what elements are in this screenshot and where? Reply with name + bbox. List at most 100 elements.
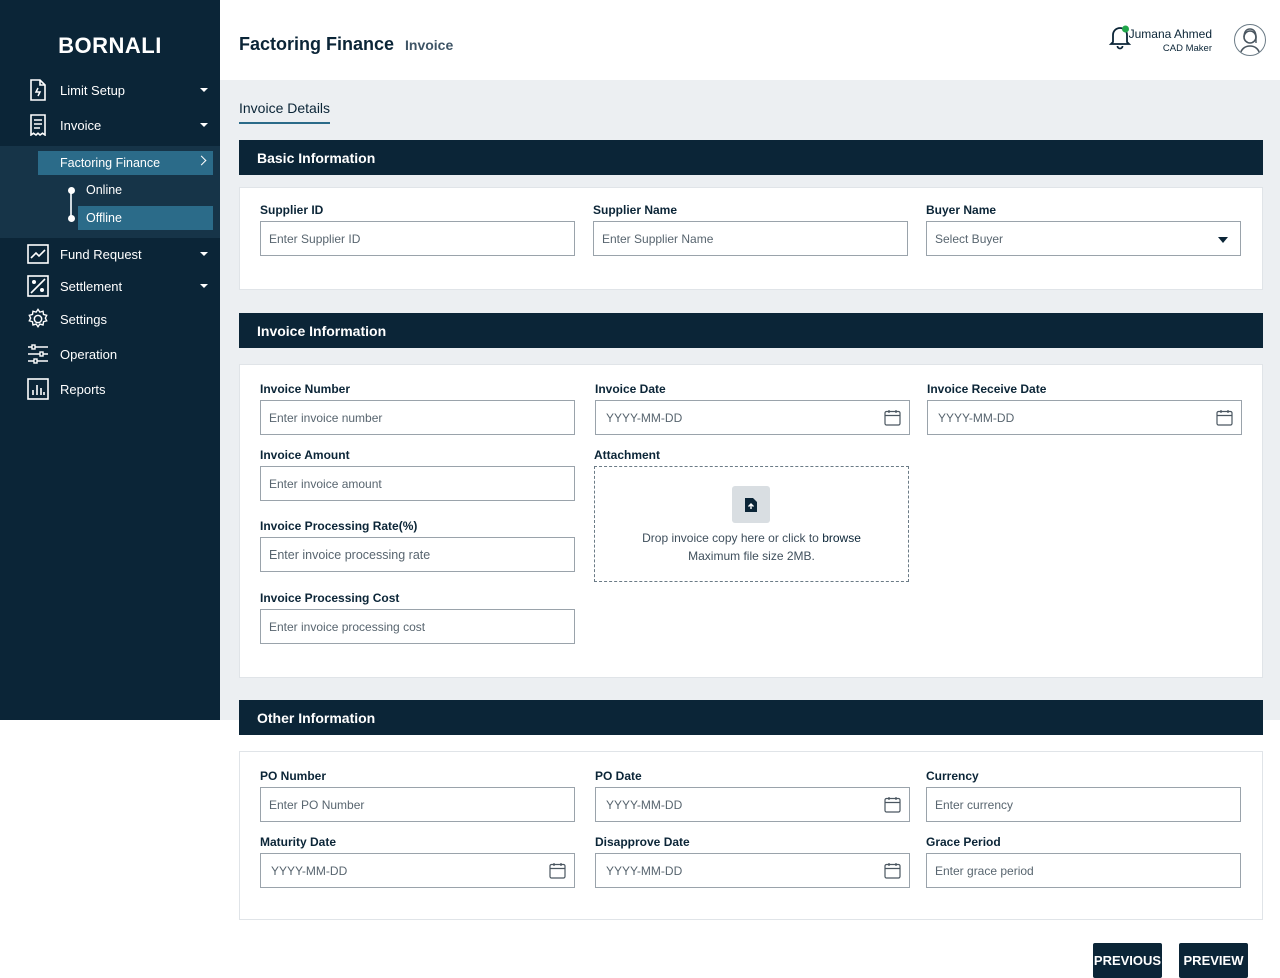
sliders-icon [27, 343, 49, 365]
maturity-date-input[interactable]: YYYY-MM-DD [260, 853, 575, 888]
invoice-receive-date-label: Invoice Receive Date [927, 382, 1047, 396]
chevron-down-icon [1218, 237, 1228, 243]
subitem-label: Online [86, 183, 123, 197]
processing-cost-input[interactable]: Enter invoice processing cost [260, 609, 575, 644]
processing-cost-label: Invoice Processing Cost [260, 591, 400, 605]
receipt-icon [27, 114, 49, 136]
previous-button[interactable]: PREVIOUS [1093, 943, 1162, 978]
sidebar-item-label: Limit Setup [60, 82, 126, 98]
invoice-date-label: Invoice Date [595, 382, 666, 396]
invoice-date-value: YYYY-MM-DD [606, 410, 683, 425]
sidebar: BORNALI Limit Setup Invoice Factoring Fi… [0, 0, 220, 720]
supplier-id-label: Supplier ID [260, 203, 324, 217]
sidebar-item-label: Fund Request [60, 246, 142, 262]
po-date-value: YYYY-MM-DD [606, 797, 683, 812]
sidebar-item-fund-request[interactable]: Fund Request [0, 237, 220, 271]
disapprove-date-value: YYYY-MM-DD [606, 863, 683, 878]
chevron-down-icon [200, 284, 208, 288]
supplier-name-label: Supplier Name [593, 203, 678, 217]
calendar-icon[interactable] [884, 862, 901, 879]
processing-rate-label: Invoice Processing Rate(%) [260, 519, 418, 533]
invoice-receive-date-value: YYYY-MM-DD [938, 410, 1015, 425]
sidebar-item-label: Operation [60, 346, 118, 362]
subitem-label: Factoring Finance [60, 156, 161, 170]
trend-chart-icon [27, 243, 49, 265]
chevron-down-icon [200, 123, 208, 127]
sidebar-item-limit-setup[interactable]: Limit Setup [0, 73, 220, 107]
po-date-input[interactable]: YYYY-MM-DD [595, 787, 910, 822]
po-date-label: PO Date [595, 769, 642, 783]
maturity-date-label: Maturity Date [260, 835, 337, 849]
calendar-icon[interactable] [884, 409, 901, 426]
supplier-id-input[interactable]: Enter Supplier ID [260, 221, 575, 256]
dropzone-text: Drop invoice copy here or click to brows… [595, 531, 908, 545]
sidebar-item-label: Settlement [60, 278, 123, 294]
user-name: Jumana Ahmed [1128, 27, 1212, 41]
calendar-icon[interactable] [1216, 409, 1233, 426]
invoice-amount-input[interactable]: Enter invoice amount [260, 466, 575, 501]
calendar-icon[interactable] [884, 796, 901, 813]
buyer-name-label: Buyer Name [926, 203, 997, 217]
invoice-number-input[interactable]: Enter invoice number [260, 400, 575, 435]
tree-dot [67, 215, 75, 222]
po-number-label: PO Number [260, 769, 327, 783]
sidebar-item-operation[interactable]: Operation [0, 337, 220, 371]
page-title: Factoring Finance [239, 34, 395, 54]
sidebar-subitem-offline[interactable]: Offline [78, 206, 213, 230]
file-upload-icon [732, 486, 770, 523]
section-header-basic: Basic Information [239, 140, 1263, 175]
subitem-label: Offline [86, 211, 122, 225]
sidebar-item-reports[interactable]: Reports [0, 372, 220, 406]
percent-icon [27, 275, 49, 297]
buyer-select[interactable]: Select Buyer [926, 221, 1241, 256]
attachment-label: Attachment [594, 448, 661, 462]
section-header-other: Other Information [239, 700, 1263, 735]
processing-rate-input[interactable]: Enter invoice processing rate [260, 537, 575, 572]
browse-link[interactable]: browse [822, 531, 861, 545]
invoice-number-label: Invoice Number [260, 382, 351, 396]
sidebar-item-label: Reports [60, 381, 106, 397]
avatar[interactable] [1234, 24, 1266, 56]
maturity-date-value: YYYY-MM-DD [271, 863, 348, 878]
user-role: CAD Maker [1162, 43, 1212, 54]
currency-label: Currency [926, 769, 979, 783]
chevron-down-icon [200, 252, 208, 256]
breadcrumb: Invoice [405, 37, 454, 53]
grace-period-input[interactable]: Enter grace period [926, 853, 1241, 888]
chevron-right-icon [196, 155, 207, 166]
invoice-date-input[interactable]: YYYY-MM-DD [595, 400, 910, 435]
sidebar-subitem-online[interactable]: Online [78, 178, 122, 202]
calendar-icon[interactable] [549, 862, 566, 879]
top-header: Factoring Finance Invoice Jumana Ahmed C… [220, 0, 1280, 80]
invoice-amount-label: Invoice Amount [260, 448, 350, 462]
tab-invoice-details[interactable]: Invoice Details [239, 100, 331, 124]
sidebar-subitem-factoring-finance[interactable]: Factoring Finance [38, 151, 213, 175]
document-icon [27, 79, 49, 101]
sidebar-item-invoice[interactable]: Invoice [0, 108, 220, 142]
brand-logo: BORNALI [58, 33, 162, 58]
disapprove-date-input[interactable]: YYYY-MM-DD [595, 853, 910, 888]
invoice-receive-date-input[interactable]: YYYY-MM-DD [927, 400, 1242, 435]
grace-period-label: Grace Period [926, 835, 1001, 849]
section-header-invoice: Invoice Information [239, 313, 1263, 348]
attachment-dropzone[interactable]: Drop invoice copy here or click to brows… [594, 466, 909, 582]
preview-button[interactable]: PREVIEW [1179, 943, 1248, 978]
buyer-select-value: Select Buyer [935, 231, 1004, 246]
gear-icon [27, 308, 49, 330]
chevron-down-icon [200, 88, 208, 92]
supplier-name-input[interactable]: Enter Supplier Name [593, 221, 908, 256]
sidebar-item-settings[interactable]: Settings [0, 302, 220, 336]
dropzone-instruction: Drop invoice copy here or click to [642, 531, 819, 545]
currency-input[interactable]: Enter currency [926, 787, 1241, 822]
sidebar-item-label: Settings [60, 311, 107, 327]
tree-dot [67, 187, 75, 194]
dropzone-hint: Maximum file size 2MB. [688, 549, 815, 563]
sidebar-item-settlement[interactable]: Settlement [0, 269, 220, 303]
po-number-input[interactable]: Enter PO Number [260, 787, 575, 822]
disapprove-date-label: Disapprove Date [595, 835, 690, 849]
content-blank [0, 720, 220, 978]
other-info-card [239, 751, 1263, 920]
bar-chart-icon [27, 378, 49, 400]
sidebar-item-label: Invoice [60, 117, 102, 133]
tree-connector [70, 190, 72, 218]
